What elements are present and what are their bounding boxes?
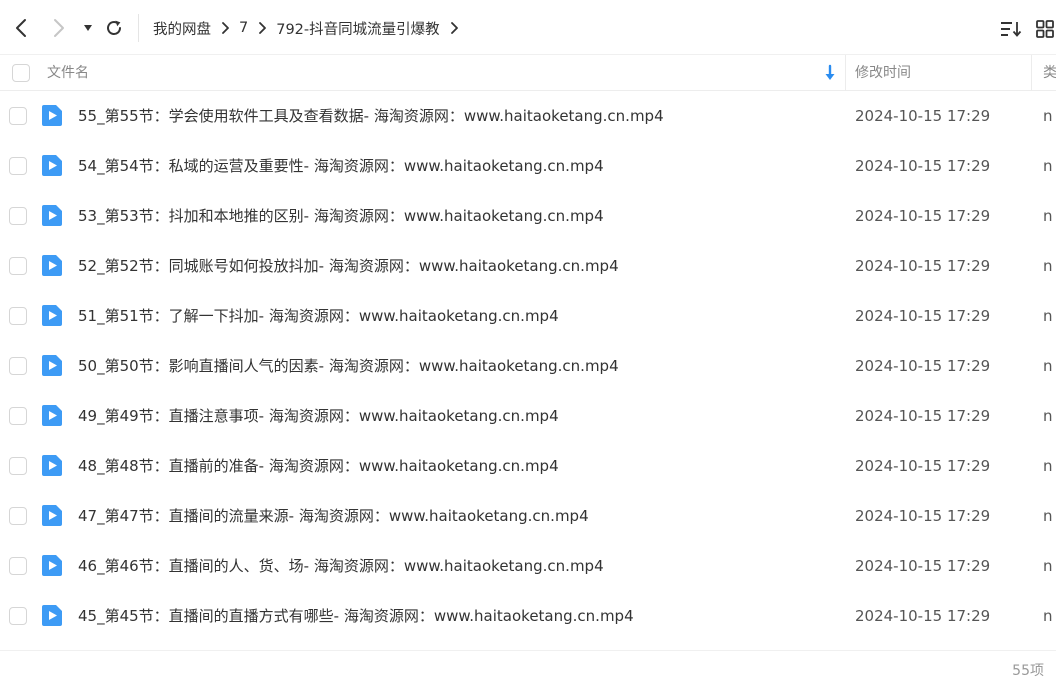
caret-down-icon	[84, 25, 92, 31]
column-header-type[interactable]: 类	[1043, 55, 1056, 91]
refresh-icon	[107, 20, 121, 35]
file-type: n	[1043, 157, 1053, 175]
table-row[interactable]: 45_第45节：直播间的直播方式有哪些- 海淘资源网：www.haitaoket…	[0, 591, 1056, 641]
row-checkbox[interactable]	[9, 207, 27, 225]
file-modified-time: 2024-10-15 17:29	[855, 157, 991, 175]
video-file-icon	[42, 505, 62, 526]
chevron-left-icon	[16, 19, 26, 37]
file-type: n	[1043, 607, 1053, 625]
table-row[interactable]: 47_第47节：直播间的流量来源- 海淘资源网：www.haitaoketang…	[0, 491, 1056, 541]
refresh-button[interactable]	[102, 14, 126, 42]
file-name: 52_第52节：同城账号如何投放抖加- 海淘资源网：www.haitaoketa…	[78, 257, 619, 275]
video-file-icon	[42, 305, 62, 326]
file-modified-time: 2024-10-15 17:29	[855, 257, 991, 275]
toolbar-divider	[138, 14, 139, 42]
video-file-icon	[42, 405, 62, 426]
row-checkbox[interactable]	[9, 457, 27, 475]
toolbar: 我的网盘 7 792-抖音同城流量引爆教	[0, 0, 1056, 54]
file-name: 54_第54节：私域的运营及重要性- 海淘资源网：www.haitaoketan…	[78, 157, 604, 175]
file-type: n	[1043, 557, 1053, 575]
table-row[interactable]: 50_第50节：影响直播间人气的因素- 海淘资源网：www.haitaoketa…	[0, 341, 1056, 391]
row-checkbox[interactable]	[9, 357, 27, 375]
row-checkbox[interactable]	[9, 107, 27, 125]
row-checkbox[interactable]	[9, 407, 27, 425]
video-file-icon	[42, 355, 62, 376]
file-name: 45_第45节：直播间的直播方式有哪些- 海淘资源网：www.haitaoket…	[78, 607, 634, 625]
view-toggle-button[interactable]	[1034, 16, 1056, 42]
file-name: 47_第47节：直播间的流量来源- 海淘资源网：www.haitaoketang…	[78, 507, 589, 525]
table-row[interactable]: 52_第52节：同城账号如何投放抖加- 海淘资源网：www.haitaoketa…	[0, 241, 1056, 291]
file-modified-time: 2024-10-15 17:29	[855, 357, 991, 375]
row-checkbox[interactable]	[9, 257, 27, 275]
breadcrumb: 我的网盘 7 792-抖音同城流量引爆教	[153, 14, 458, 42]
row-checkbox[interactable]	[9, 507, 27, 525]
table-row[interactable]: 53_第53节：抖加和本地推的区别- 海淘资源网：www.haitaoketan…	[0, 191, 1056, 241]
history-dropdown-button[interactable]	[80, 14, 96, 42]
table-row[interactable]: 46_第46节：直播间的人、货、场- 海淘资源网：www.haitaoketan…	[0, 541, 1056, 591]
chevron-right-icon	[54, 19, 64, 37]
file-modified-time: 2024-10-15 17:29	[855, 307, 991, 325]
select-all-checkbox[interactable]	[12, 64, 30, 82]
file-modified-time: 2024-10-15 17:29	[855, 607, 991, 625]
table-row[interactable]: 49_第49节：直播注意事项- 海淘资源网：www.haitaoketang.c…	[0, 391, 1056, 441]
video-file-icon	[42, 205, 62, 226]
breadcrumb-chevron-icon	[221, 22, 229, 34]
column-header-name[interactable]: 文件名	[47, 55, 89, 91]
file-type: n	[1043, 507, 1053, 525]
video-file-icon	[42, 105, 62, 126]
file-type: n	[1043, 207, 1053, 225]
file-type: n	[1043, 257, 1053, 275]
file-modified-time: 2024-10-15 17:29	[855, 507, 991, 525]
video-file-icon	[42, 255, 62, 276]
breadcrumb-chevron-icon	[258, 22, 267, 34]
item-count: 55项	[1012, 663, 1044, 679]
file-type: n	[1043, 107, 1053, 125]
file-name: 46_第46节：直播间的人、货、场- 海淘资源网：www.haitaoketan…	[78, 557, 604, 575]
table-row[interactable]: 55_第55节：学会使用软件工具及查看数据- 海淘资源网：www.haitaok…	[0, 91, 1056, 141]
file-modified-time: 2024-10-15 17:29	[855, 557, 991, 575]
forward-button[interactable]	[46, 14, 72, 42]
back-button[interactable]	[8, 14, 34, 42]
breadcrumb-item-folder[interactable]: 7	[239, 20, 248, 36]
table-header: 文件名 修改时间 类	[0, 54, 1056, 91]
file-type: n	[1043, 357, 1053, 375]
breadcrumb-chevron-icon[interactable]	[450, 22, 458, 34]
video-file-icon	[42, 555, 62, 576]
grid-view-icon	[1036, 20, 1054, 38]
column-divider[interactable]	[845, 55, 846, 91]
sort-button[interactable]	[998, 16, 1024, 42]
file-type: n	[1043, 457, 1053, 475]
video-file-icon	[42, 455, 62, 476]
table-row[interactable]: 51_第51节：了解一下抖加- 海淘资源网：www.haitaoketang.c…	[0, 291, 1056, 341]
file-modified-time: 2024-10-15 17:29	[855, 407, 991, 425]
file-name: 51_第51节：了解一下抖加- 海淘资源网：www.haitaoketang.c…	[78, 307, 559, 325]
video-file-icon	[42, 155, 62, 176]
file-modified-time: 2024-10-15 17:29	[855, 207, 991, 225]
row-checkbox[interactable]	[9, 557, 27, 575]
file-name: 53_第53节：抖加和本地推的区别- 海淘资源网：www.haitaoketan…	[78, 207, 604, 225]
file-name: 48_第48节：直播前的准备- 海淘资源网：www.haitaoketang.c…	[78, 457, 559, 475]
column-header-modified[interactable]: 修改时间	[855, 55, 911, 91]
file-type: n	[1043, 307, 1053, 325]
row-checkbox[interactable]	[9, 607, 27, 625]
file-type: n	[1043, 407, 1053, 425]
footer-divider	[0, 650, 1056, 651]
row-checkbox[interactable]	[9, 157, 27, 175]
sort-arrow-down-icon[interactable]	[823, 64, 837, 82]
video-file-icon	[42, 605, 62, 626]
row-checkbox[interactable]	[9, 307, 27, 325]
file-name: 49_第49节：直播注意事项- 海淘资源网：www.haitaoketang.c…	[78, 407, 559, 425]
table-row[interactable]: 48_第48节：直播前的准备- 海淘资源网：www.haitaoketang.c…	[0, 441, 1056, 491]
file-name: 55_第55节：学会使用软件工具及查看数据- 海淘资源网：www.haitaok…	[78, 107, 664, 125]
file-list: 55_第55节：学会使用软件工具及查看数据- 海淘资源网：www.haitaok…	[0, 91, 1056, 641]
sort-list-icon	[1001, 22, 1022, 37]
file-modified-time: 2024-10-15 17:29	[855, 107, 991, 125]
breadcrumb-item-root[interactable]: 我的网盘	[153, 18, 211, 39]
breadcrumb-item-current[interactable]: 792-抖音同城流量引爆教	[276, 18, 439, 39]
file-modified-time: 2024-10-15 17:29	[855, 457, 991, 475]
file-name: 50_第50节：影响直播间人气的因素- 海淘资源网：www.haitaoketa…	[78, 357, 619, 375]
column-divider[interactable]	[1031, 55, 1032, 91]
table-row[interactable]: 54_第54节：私域的运营及重要性- 海淘资源网：www.haitaoketan…	[0, 141, 1056, 191]
